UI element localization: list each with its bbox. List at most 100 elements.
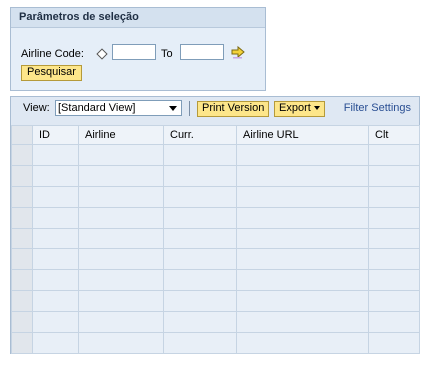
table-cell	[163, 206, 237, 229]
select-all-cell[interactable]	[11, 125, 33, 145]
table-cell	[368, 227, 420, 250]
table-cell	[163, 185, 237, 208]
table-cell	[368, 164, 420, 187]
table-cell	[78, 311, 164, 334]
table-cell	[32, 269, 79, 292]
view-select[interactable]: [Standard View]	[55, 100, 182, 116]
table-cell	[32, 206, 79, 229]
table-row[interactable]	[11, 164, 420, 187]
search-button[interactable]: Pesquisar	[21, 65, 82, 81]
airline-code-to-input[interactable]	[180, 44, 224, 60]
table-cell	[163, 269, 237, 292]
table-cell	[236, 332, 369, 354]
table-cell	[368, 206, 420, 229]
table-cell	[368, 311, 420, 334]
view-label: View:	[23, 102, 50, 114]
table-cell	[236, 269, 369, 292]
export-caret-icon	[313, 106, 320, 111]
results-toolbar: View: [Standard View] Print Version Expo…	[11, 97, 419, 120]
view-selected-value: [Standard View]	[58, 102, 136, 114]
table-cell	[368, 332, 420, 354]
selection-title: Parâmetros de seleção	[11, 8, 265, 28]
airline-code-from-input[interactable]	[112, 44, 156, 60]
toolbar-separator	[189, 101, 190, 116]
print-version-button[interactable]: Print Version	[197, 101, 270, 117]
table-row[interactable]	[11, 185, 420, 208]
to-label: To	[161, 48, 173, 60]
table-cell	[163, 227, 237, 250]
table-cell	[78, 227, 164, 250]
table-cell	[163, 332, 237, 354]
table-header-row: ID Airline Curr. Airline URL Clt	[11, 125, 420, 145]
column-header-airline-url[interactable]: Airline URL	[236, 125, 369, 145]
airline-code-label: Airline Code:	[21, 48, 84, 60]
row-selector[interactable]	[11, 290, 33, 313]
column-header-id[interactable]: ID	[32, 125, 79, 145]
export-button[interactable]: Export	[274, 101, 325, 117]
column-header-airline[interactable]: Airline	[78, 125, 164, 145]
table-cell	[368, 144, 420, 166]
table-cell	[163, 290, 237, 313]
table-cell	[236, 206, 369, 229]
table-cell	[78, 185, 164, 208]
arrow-right-icon[interactable]	[231, 45, 245, 59]
table-cell	[236, 248, 369, 271]
table-cell	[78, 332, 164, 354]
table-cell	[78, 248, 164, 271]
table-cell	[32, 164, 79, 187]
table-row[interactable]	[11, 311, 420, 334]
table-row[interactable]	[11, 144, 420, 166]
column-header-client[interactable]: Clt	[368, 125, 420, 145]
row-selector[interactable]	[11, 269, 33, 292]
row-selector[interactable]	[11, 248, 33, 271]
table-cell	[163, 248, 237, 271]
row-selector[interactable]	[11, 227, 33, 250]
table-cell	[78, 206, 164, 229]
table-cell	[78, 269, 164, 292]
table-cell	[78, 144, 164, 166]
table-cell	[236, 144, 369, 166]
table-cell	[368, 185, 420, 208]
table-cell	[236, 164, 369, 187]
dropdown-caret-icon	[169, 106, 177, 111]
table-cell	[368, 248, 420, 271]
table-cell	[368, 290, 420, 313]
table-row[interactable]	[11, 332, 420, 354]
row-selector[interactable]	[11, 185, 33, 208]
table-cell	[236, 227, 369, 250]
table-cell	[163, 164, 237, 187]
row-selector[interactable]	[11, 164, 33, 187]
table-row[interactable]	[11, 227, 420, 250]
row-selector[interactable]	[11, 311, 33, 334]
export-label: Export	[279, 102, 311, 114]
table-cell	[163, 311, 237, 334]
table-row[interactable]	[11, 290, 420, 313]
selection-panel: Parâmetros de seleção Airline Code: To P…	[10, 7, 266, 91]
airline-code-row: Airline Code:	[21, 45, 108, 63]
table-cell	[236, 185, 369, 208]
table-cell	[32, 144, 79, 166]
diamond-icon[interactable]	[96, 48, 108, 60]
row-selector[interactable]	[11, 144, 33, 166]
row-selector[interactable]	[11, 332, 33, 354]
table-row[interactable]	[11, 269, 420, 292]
filter-settings-link[interactable]: Filter Settings	[344, 102, 411, 114]
table-cell	[236, 290, 369, 313]
table-cell	[32, 311, 79, 334]
table-cell	[236, 311, 369, 334]
table-cell	[78, 164, 164, 187]
table-cell	[32, 185, 79, 208]
table-row[interactable]	[11, 206, 420, 229]
table-cell	[163, 144, 237, 166]
results-panel: View: [Standard View] Print Version Expo…	[10, 96, 420, 354]
table-cell	[32, 290, 79, 313]
table-cell	[32, 227, 79, 250]
results-table: ID Airline Curr. Airline URL Clt	[11, 125, 420, 354]
table-cell	[32, 248, 79, 271]
table-cell	[78, 290, 164, 313]
table-cell	[368, 269, 420, 292]
row-selector[interactable]	[11, 206, 33, 229]
table-cell	[32, 332, 79, 354]
table-row[interactable]	[11, 248, 420, 271]
column-header-currency[interactable]: Curr.	[163, 125, 237, 145]
